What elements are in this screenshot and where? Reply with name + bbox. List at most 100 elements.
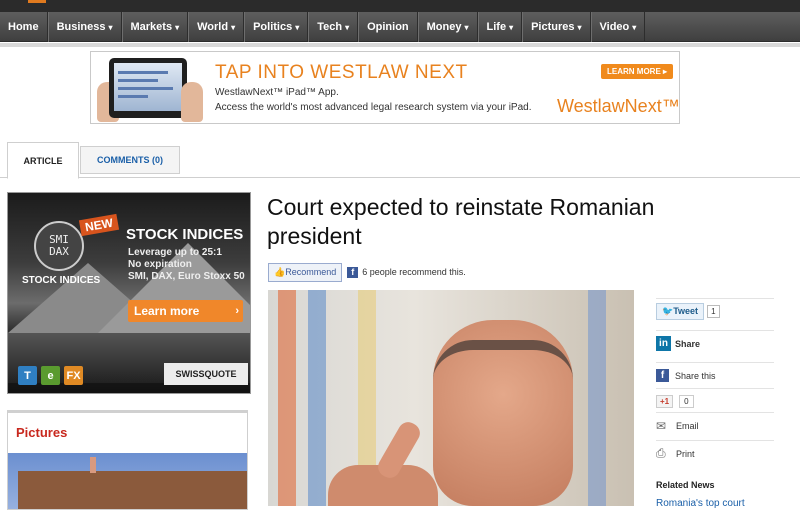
photo-hair	[433, 340, 573, 380]
ad-brand-logo: WestlawNext™	[557, 96, 680, 116]
ad-learn-more-button[interactable]: Learn more ›	[128, 300, 243, 322]
nav-item-label: World	[197, 21, 229, 33]
nav-item-label: Tech	[317, 21, 343, 33]
main-navigation: Home Business ▾ Markets ▾ World ▾ Politics ▾ Tech…	[0, 12, 800, 42]
chevron-down-icon: ▾	[295, 22, 300, 32]
tweet-count: 1	[707, 305, 720, 318]
swissquote-ad-banner[interactable]: SMI DAX NEW STOCK INDICES STOCK INDICES …	[7, 192, 251, 394]
learn-more-label: Learn more	[134, 304, 200, 318]
article-tabs: ARTICLE COMMENTS (0)	[0, 142, 800, 179]
twitter-icon: 🐦	[662, 306, 674, 316]
fx-app-icon[interactable]: FX	[64, 366, 83, 385]
chevron-right-icon: ›	[235, 305, 239, 317]
ad-feature-line: Leverage up to 25:1	[128, 247, 222, 258]
pictures-header[interactable]: Pictures	[16, 425, 67, 440]
chevron-down-icon: ▾	[231, 22, 236, 32]
ad-headline: TAP INTO WESTLAW NEXT	[215, 62, 468, 83]
ipad-image	[109, 58, 187, 118]
nav-item-life[interactable]: Life ▾	[477, 12, 523, 42]
ad-feature-lines: Leverage up to 25:1 No expiration SMI, D…	[128, 247, 245, 283]
tweet-button[interactable]: 🐦Tweet	[656, 303, 705, 320]
bg-stripe	[588, 290, 606, 506]
printer-icon: ⎙	[656, 446, 666, 460]
chevron-down-icon: ▾	[509, 22, 514, 32]
facebook-row: f Share this	[656, 362, 774, 388]
ad-learn-more-button[interactable]: LEARN MORE ▸	[601, 64, 674, 79]
nav-item-label: Opinion	[367, 21, 409, 33]
top-strip	[0, 0, 800, 12]
bg-stripe	[308, 290, 326, 506]
e-app-icon[interactable]: e	[41, 366, 60, 385]
pictures-thumbnail[interactable]	[8, 453, 247, 509]
ad-subtitle: WestlawNext™ iPad™ App.	[215, 87, 339, 98]
new-badge: NEW	[78, 213, 120, 237]
ad-hand-right	[181, 82, 203, 122]
chevron-down-icon: ▾	[632, 22, 637, 32]
facebook-icon: f	[347, 266, 359, 278]
nav-item-pictures[interactable]: Pictures ▾	[522, 12, 591, 42]
article-photo[interactable]	[268, 290, 634, 506]
nav-item-money[interactable]: Money ▾	[417, 12, 478, 42]
ipad-screen	[114, 63, 182, 111]
linkedin-icon: in	[656, 336, 671, 351]
nav-item-opinion[interactable]: Opinion	[358, 12, 418, 42]
facebook-share-link[interactable]: Share this	[675, 371, 716, 381]
bg-stripe	[278, 290, 296, 506]
recommend-button[interactable]: 👍 Recommend	[268, 262, 343, 282]
nav-item-label: Money	[426, 21, 462, 33]
chevron-down-icon: ▾	[464, 22, 469, 32]
related-news-header: Related News	[656, 480, 715, 490]
westlaw-ad-banner[interactable]: TAP INTO WESTLAW NEXT WestlawNext™ iPad™…	[90, 51, 680, 124]
nav-item-video[interactable]: Video ▾	[590, 12, 646, 42]
recommend-bar: 👍 Recommend f 6 people recommend this.	[268, 262, 466, 282]
ad-title: STOCK INDICES	[126, 226, 244, 243]
related-news-link[interactable]: Romania's top court	[656, 498, 745, 509]
nav-item-label: Business	[56, 21, 106, 33]
nav-item-label: Markets	[130, 21, 173, 33]
nav-item-politics[interactable]: Politics ▾	[244, 12, 309, 42]
tab-comments[interactable]: COMMENTS (0)	[80, 146, 180, 174]
nav-item-world[interactable]: World ▾	[188, 12, 245, 42]
google-plus-button[interactable]: +1	[656, 395, 674, 408]
nav-item-business[interactable]: Business ▾	[47, 12, 122, 42]
swissquote-logo: SWISSQUOTE	[164, 363, 248, 385]
pictures-widget: Pictures	[7, 410, 248, 510]
chevron-down-icon: ▾	[345, 22, 350, 32]
chevron-down-icon: ▾	[577, 22, 582, 32]
nav-item-home[interactable]: Home	[0, 12, 48, 42]
smi-dax-logo: SMI DAX	[34, 221, 84, 271]
thumbnail-roof	[18, 471, 247, 509]
print-link[interactable]: Print	[676, 449, 695, 459]
ad-left-label: STOCK INDICES	[22, 275, 101, 286]
article-headline: Court expected to reinstate Romanian pre…	[267, 194, 655, 249]
sub-navigation-bar	[0, 43, 800, 47]
tweet-row: 🐦Tweet 1	[656, 298, 774, 324]
nav-item-label: Politics	[253, 21, 293, 33]
chevron-down-icon: ▾	[175, 22, 180, 32]
nav-item-label: Video	[599, 21, 630, 33]
ad-feature-line: SMI, DAX, Euro Stoxx 50	[128, 271, 245, 282]
thumbs-up-icon: 👍	[274, 266, 286, 277]
print-row: ⎙ Print	[656, 440, 774, 466]
top-accent	[28, 0, 46, 3]
t-app-icon[interactable]: T	[18, 366, 37, 385]
nav-item-label: Home	[8, 21, 39, 33]
nav-item-tech[interactable]: Tech ▾	[308, 12, 359, 42]
envelope-icon: ✉	[656, 418, 667, 433]
nav-item-markets[interactable]: Markets ▾	[121, 12, 189, 42]
linkedin-share-button[interactable]: Share	[675, 339, 700, 349]
logo-line-2: DAX	[49, 245, 69, 258]
ad-description: Access the world's most advanced legal r…	[215, 102, 532, 113]
recommend-count: 6 people recommend this.	[362, 267, 466, 277]
email-link[interactable]: Email	[676, 421, 699, 431]
nav-item-label: Life	[486, 21, 507, 33]
nav-list: Home Business ▾ Markets ▾ World ▾ Politics ▾ Tech…	[0, 12, 800, 42]
linkedin-row: in Share	[656, 330, 774, 356]
recommend-label: Recommend	[285, 267, 337, 277]
google-plus-count: 0	[679, 395, 694, 408]
tab-article[interactable]: ARTICLE	[7, 142, 79, 179]
thumbnail-person	[90, 457, 96, 473]
gplus-row: +1 0	[656, 388, 774, 414]
ad-feature-line: No expiration	[128, 259, 192, 270]
chevron-down-icon: ▾	[108, 22, 113, 32]
